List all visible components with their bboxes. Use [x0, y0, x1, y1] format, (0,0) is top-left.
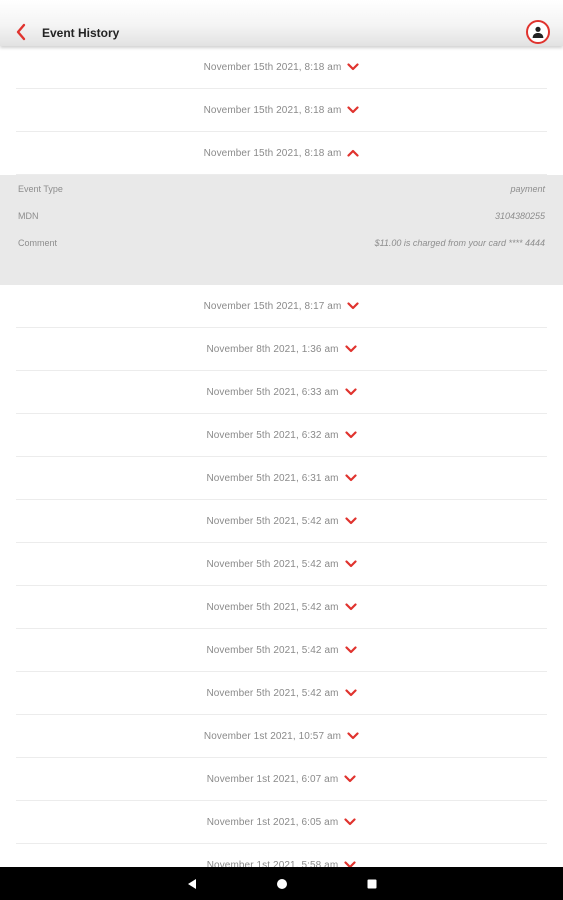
event-row[interactable]: November 5th 2021, 6:32 am [16, 414, 547, 457]
chevron-up-icon[interactable] [347, 149, 359, 157]
event-date: November 5th 2021, 6:32 am [206, 429, 339, 441]
chevron-left-icon [16, 23, 26, 41]
page-title: Event History [42, 26, 120, 40]
nav-back-button[interactable] [185, 877, 199, 891]
event-date: November 15th 2021, 8:17 am [203, 300, 342, 312]
nav-back-icon [187, 878, 196, 889]
event-row[interactable]: November 1st 2021, 10:57 am [16, 715, 547, 758]
chevron-down-icon[interactable] [344, 689, 357, 697]
event-list[interactable]: November 15th 2021, 8:18 am November 15th… [0, 46, 563, 867]
chevron-down-icon[interactable] [344, 775, 356, 783]
event-date: November 15th 2021, 8:18 am [203, 147, 342, 159]
chevron-down-icon[interactable] [344, 388, 357, 396]
event-date: November 1st 2021, 5:58 am [206, 859, 339, 868]
event-row[interactable]: November 15th 2021, 8:17 am [16, 285, 547, 328]
chevron-down-icon[interactable] [344, 560, 357, 568]
chevron-down-icon[interactable] [344, 646, 357, 654]
account-circle-icon [532, 26, 544, 38]
event-date: November 15th 2021, 8:18 am [203, 104, 342, 116]
detail-mdn-label: MDN [18, 210, 39, 221]
event-date: November 1st 2021, 10:57 am [203, 730, 342, 742]
detail-event-type-row: Event Type payment [18, 175, 545, 202]
event-details-panel: Event Type payment MDN 3104380255 Comment $11… [0, 175, 563, 285]
chevron-down-icon[interactable] [344, 431, 357, 439]
event-date: November 5th 2021, 6:31 am [206, 472, 339, 484]
chevron-down-icon[interactable] [344, 517, 357, 525]
event-row[interactable]: November 5th 2021, 6:31 am [16, 457, 547, 500]
event-row[interactable]: November 1st 2021, 5:58 am [16, 844, 547, 867]
event-row[interactable]: November 5th 2021, 5:42 am [16, 586, 547, 629]
event-row[interactable]: November 15th 2021, 8:18 am [16, 46, 547, 89]
event-row[interactable]: November 8th 2021, 1:36 am [16, 328, 547, 371]
chevron-down-icon[interactable] [344, 603, 357, 611]
event-row[interactable]: November 15th 2021, 8:18 am [16, 132, 547, 175]
chevron-down-icon[interactable] [344, 345, 357, 353]
event-date: November 5th 2021, 5:42 am [206, 601, 339, 613]
event-date: November 1st 2021, 6:05 am [206, 816, 339, 828]
detail-comment-value: $11.00 is charged from your card **** 44… [374, 237, 545, 248]
nav-home-icon [276, 878, 287, 889]
event-date: November 5th 2021, 5:42 am [206, 558, 339, 570]
nav-recents-button[interactable] [365, 877, 379, 891]
event-row[interactable]: November 5th 2021, 5:42 am [16, 500, 547, 543]
chevron-down-icon[interactable] [344, 818, 356, 826]
chevron-down-icon[interactable] [344, 474, 357, 482]
chevron-down-icon[interactable] [347, 302, 359, 310]
event-date: November 5th 2021, 6:33 am [206, 386, 339, 398]
event-row[interactable]: November 5th 2021, 5:42 am [16, 629, 547, 672]
event-date: November 1st 2021, 6:07 am [206, 773, 339, 785]
app-header: Event History [0, 0, 563, 46]
event-date: November 5th 2021, 5:42 am [206, 644, 339, 656]
event-row[interactable]: November 1st 2021, 6:07 am [16, 758, 547, 801]
event-row[interactable]: November 5th 2021, 5:42 am [16, 543, 547, 586]
detail-mdn-row: MDN 3104380255 [18, 202, 545, 229]
event-row[interactable]: November 5th 2021, 5:42 am [16, 672, 547, 715]
event-date: November 15th 2021, 8:18 am [203, 61, 342, 73]
system-navigation-bar [0, 867, 563, 900]
chevron-down-icon[interactable] [347, 106, 359, 114]
detail-comment-label: Comment [18, 237, 58, 248]
detail-comment-row: Comment $11.00 is charged from your card … [18, 229, 545, 256]
nav-recents-icon [367, 879, 376, 888]
event-date: November 5th 2021, 5:42 am [206, 515, 339, 527]
nav-home-button[interactable] [275, 877, 289, 891]
event-date: November 8th 2021, 1:36 am [206, 343, 339, 355]
event-row[interactable]: November 5th 2021, 6:33 am [16, 371, 547, 414]
detail-event-type-label: Event Type [18, 183, 63, 194]
back-button[interactable] [10, 20, 34, 44]
account-button[interactable] [526, 20, 550, 44]
event-row[interactable]: November 15th 2021, 8:18 am [16, 89, 547, 132]
chevron-down-icon[interactable] [347, 63, 359, 71]
detail-mdn-value: 3104380255 [494, 210, 545, 221]
detail-event-type-value: payment [510, 183, 545, 194]
event-date: November 5th 2021, 5:42 am [206, 687, 339, 699]
event-row[interactable]: November 1st 2021, 6:05 am [16, 801, 547, 844]
chevron-down-icon[interactable] [347, 732, 359, 740]
